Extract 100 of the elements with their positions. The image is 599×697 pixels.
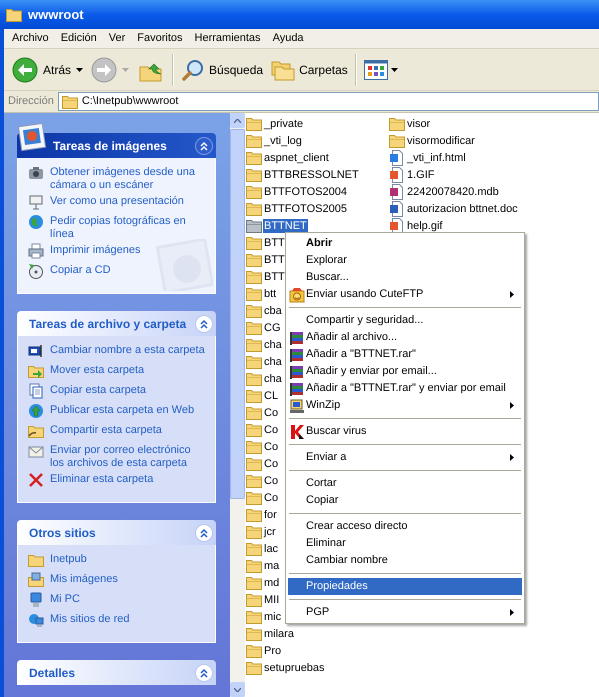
collapse-button[interactable]: [195, 664, 213, 682]
task-link[interactable]: Imprimir imágenes: [50, 244, 140, 257]
task-link[interactable]: Copiar a CD: [50, 264, 111, 277]
file-name[interactable]: setupruebas: [263, 660, 326, 674]
file-name[interactable]: CL: [263, 388, 280, 402]
menu-item[interactable]: Compartir y seguridad...: [288, 312, 522, 329]
file-name[interactable]: Co: [263, 456, 280, 470]
file-name[interactable]: _vti_inf.html: [406, 150, 467, 164]
task-link[interactable]: Obtener imágenes desde una cámara o un escáner: [50, 166, 205, 192]
file-name[interactable]: BTT: [263, 252, 286, 266]
folder-icon: [28, 552, 44, 568]
scrollbar[interactable]: [230, 113, 245, 697]
file-name[interactable]: Co: [263, 490, 280, 504]
menu-item[interactable]: Cortar: [288, 475, 522, 492]
task-link[interactable]: Copiar esta carpeta: [50, 384, 146, 397]
file-name[interactable]: cha: [263, 338, 283, 352]
collapse-button[interactable]: [195, 136, 213, 154]
file-name[interactable]: BTTFOTOS2005: [263, 202, 348, 216]
file-name[interactable]: Pro: [263, 644, 282, 658]
file-name[interactable]: md: [263, 576, 280, 590]
task-link[interactable]: Ver como una presentación: [50, 195, 184, 208]
task-link[interactable]: Pedir copias fotográficas en línea: [50, 215, 205, 241]
task-link[interactable]: Eliminar esta carpeta: [50, 473, 154, 486]
menu-item[interactable]: Enviar a: [288, 449, 522, 466]
menu-item[interactable]: Añadir y enviar por email...: [288, 363, 522, 380]
task-link[interactable]: Cambiar nombre a esta carpeta: [50, 344, 205, 357]
menu-item[interactable]: Añadir al archivo...: [288, 329, 522, 346]
file-name[interactable]: 22420078420.mdb: [406, 184, 500, 198]
file-name[interactable]: BTT: [263, 270, 286, 284]
file-name[interactable]: milara: [263, 626, 295, 640]
menu-item[interactable]: Buscar...: [288, 269, 522, 286]
task-link[interactable]: Mover esta carpeta: [50, 364, 144, 377]
file-name[interactable]: ma: [263, 558, 280, 572]
menu-item[interactable]: Copiar: [288, 492, 522, 509]
menu-item[interactable]: Explorar: [288, 252, 522, 269]
scroll-thumb[interactable]: [230, 129, 245, 499]
task-link[interactable]: Mis sitios de red: [50, 613, 130, 626]
menu-bar-item[interactable]: Edición: [54, 30, 103, 47]
file-name[interactable]: BTTBRESSOLNET: [263, 168, 360, 182]
search-button[interactable]: Búsqueda: [177, 52, 268, 88]
menu-item[interactable]: Crear acceso directo: [288, 518, 522, 535]
computer-icon: [28, 592, 44, 608]
file-name[interactable]: CG: [263, 320, 282, 334]
menu-item[interactable]: Propiedades: [288, 578, 522, 595]
file-name[interactable]: for: [263, 508, 278, 522]
collapse-button[interactable]: [195, 524, 213, 542]
file-name[interactable]: BTTNET: [263, 218, 308, 232]
file-name[interactable]: Co: [263, 474, 280, 488]
menu-item[interactable]: Enviar usando CuteFTP: [288, 286, 522, 303]
scroll-up-button[interactable]: [230, 113, 245, 128]
task-link[interactable]: Mis imágenes: [50, 573, 118, 586]
file-name[interactable]: btt: [263, 286, 278, 300]
menu-item[interactable]: Buscar virus: [288, 423, 522, 440]
scroll-down-button[interactable]: [230, 682, 245, 697]
menu-bar-item[interactable]: Herramientas: [188, 30, 267, 47]
panel-header[interactable]: Tareas de imágenes: [17, 133, 216, 158]
file-name[interactable]: lac: [263, 542, 280, 556]
file-name[interactable]: visor: [406, 116, 432, 130]
file-name[interactable]: help.gif: [406, 218, 444, 232]
file-name[interactable]: cha: [263, 354, 283, 368]
file-name[interactable]: aspnet_client: [263, 150, 330, 164]
file-name[interactable]: jcr: [263, 524, 277, 538]
menu-item[interactable]: Abrir: [288, 235, 522, 252]
panel-header[interactable]: Tareas de archivo y carpeta: [17, 311, 216, 336]
menu-bar-item[interactable]: Ver: [102, 30, 132, 47]
file-name[interactable]: visormodificar: [406, 134, 476, 148]
collapse-button[interactable]: [195, 314, 213, 332]
file-name[interactable]: _vti_log: [263, 134, 303, 148]
file-name[interactable]: Co: [263, 422, 280, 436]
menu-item[interactable]: PGP: [288, 604, 522, 621]
address-field[interactable]: C:\Inetpub\wwwroot: [58, 92, 599, 111]
file-name[interactable]: autorizacion bttnet.doc: [406, 202, 519, 216]
menu-item[interactable]: WinZip: [288, 397, 522, 414]
task-link[interactable]: Enviar por correo electrónico los archivos de esta carpeta: [50, 444, 205, 470]
task-link[interactable]: Inetpub: [50, 553, 87, 566]
menu-item[interactable]: Eliminar: [288, 535, 522, 552]
file-name[interactable]: Co: [263, 440, 280, 454]
menu-item[interactable]: Cambiar nombre: [288, 552, 522, 569]
file-name[interactable]: MII: [263, 592, 280, 606]
panel-header[interactable]: Detalles: [17, 660, 216, 685]
menu-item[interactable]: Añadir a "BTTNET.rar": [288, 346, 522, 363]
file-name[interactable]: BTTFOTOS2004: [263, 184, 348, 198]
file-name[interactable]: cba: [263, 304, 283, 318]
file-name[interactable]: cha: [263, 372, 283, 386]
task-link[interactable]: Publicar esta carpeta en Web: [50, 404, 194, 417]
task-link[interactable]: Mi PC: [50, 593, 80, 606]
task-link[interactable]: Compartir esta carpeta: [50, 424, 162, 437]
back-button[interactable]: Atrás: [8, 52, 88, 88]
file-name[interactable]: _private: [263, 116, 304, 130]
menu-item[interactable]: Añadir a "BTTNET.rar" y enviar por email: [288, 380, 522, 397]
folders-button[interactable]: Carpetas: [267, 52, 352, 88]
panel-header[interactable]: Otros sitios: [17, 520, 216, 545]
menu-bar-item[interactable]: Archivo: [6, 30, 55, 47]
menu-bar-item[interactable]: Ayuda: [266, 30, 310, 47]
file-name[interactable]: BTT: [263, 236, 286, 250]
file-name[interactable]: Co: [263, 406, 280, 420]
collapse-chevron-icon: [199, 140, 209, 150]
file-name[interactable]: mic: [263, 610, 282, 624]
menu-bar-item[interactable]: Favoritos: [131, 30, 189, 47]
file-name[interactable]: 1.GIF: [406, 168, 436, 182]
